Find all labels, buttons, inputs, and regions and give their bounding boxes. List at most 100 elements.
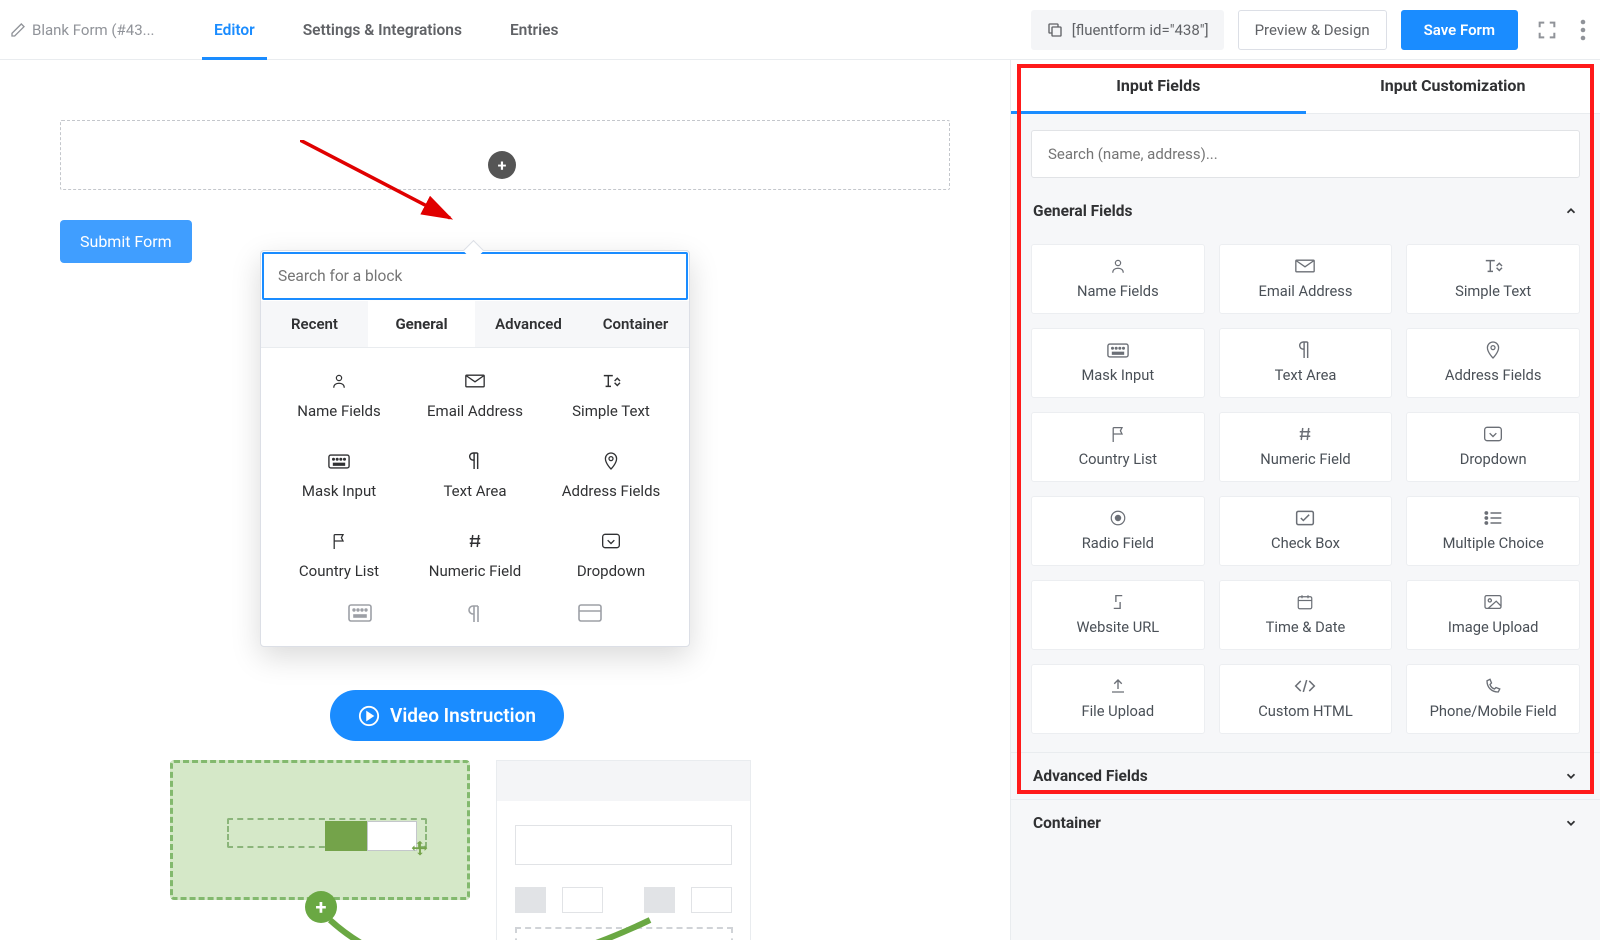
popover-tab-recent[interactable]: Recent — [261, 301, 368, 347]
sidebar-tabs: Input Fields Input Customization — [1011, 60, 1600, 114]
field-radio-field[interactable]: Radio Field — [1031, 496, 1205, 566]
list-icon — [1483, 509, 1503, 527]
block-search-input[interactable] — [262, 252, 688, 300]
calendar-icon — [1296, 593, 1314, 611]
pin-icon — [603, 450, 619, 472]
field-numeric-field[interactable]: Numeric Field — [1219, 412, 1393, 482]
shortcode-text: [fluentform id="438"] — [1072, 21, 1209, 39]
pin-icon — [1485, 341, 1501, 359]
field-multiple-choice[interactable]: Multiple Choice — [1406, 496, 1580, 566]
fullscreen-icon[interactable] — [1532, 15, 1562, 45]
field-dropdown[interactable]: Dropdown — [1406, 412, 1580, 482]
tab-editor[interactable]: Editor — [190, 0, 279, 60]
popover-tab-advanced[interactable]: Advanced — [475, 301, 582, 347]
field-simple-text[interactable]: Simple Text — [545, 370, 677, 420]
form-dropzone[interactable]: + — [60, 120, 950, 190]
kebab-menu-icon[interactable] — [1576, 15, 1590, 45]
pilcrow-icon — [467, 450, 483, 472]
field-country-list[interactable]: Country List — [1031, 412, 1205, 482]
pilcrow-icon — [1297, 341, 1313, 359]
sidebar-tab-input-customization[interactable]: Input Customization — [1306, 60, 1600, 114]
field-label: Numeric Field — [429, 562, 521, 580]
field-label: Website URL — [1076, 618, 1159, 636]
field-email-address[interactable]: Email Address — [409, 370, 541, 420]
preview-design-button[interactable]: Preview & Design — [1238, 10, 1387, 50]
main-tabs: Editor Settings & Integrations Entries — [190, 0, 582, 60]
field-dropdown[interactable]: Dropdown — [545, 530, 677, 580]
field-phone-mobile-field[interactable]: Phone/Mobile Field — [1406, 664, 1580, 734]
submit-form-button[interactable]: Submit Form — [60, 220, 192, 263]
section-title: Advanced Fields — [1033, 767, 1148, 785]
field-text-area[interactable]: Text Area — [409, 450, 541, 500]
top-bar-actions: [fluentform id="438"] Preview & Design S… — [1031, 10, 1590, 50]
field-image-upload[interactable]: Image Upload — [1406, 580, 1580, 650]
form-title-wrap[interactable]: Blank Form (#43... — [10, 21, 190, 39]
field-label: Mask Input — [302, 482, 376, 500]
sidebar-search-input[interactable] — [1031, 130, 1580, 178]
field-check-box[interactable]: Check Box — [1219, 496, 1393, 566]
field-label: Phone/Mobile Field — [1430, 702, 1557, 720]
field-mask-input[interactable]: Mask Input — [273, 450, 405, 500]
field-label: Name Fields — [1077, 282, 1159, 300]
field-label: Dropdown — [577, 562, 645, 580]
field-custom-html[interactable]: Custom HTML — [1219, 664, 1393, 734]
mail-icon — [1295, 257, 1315, 275]
pencil-icon — [10, 22, 26, 38]
block-picker-popover: Recent General Advanced Container Name F… — [260, 250, 690, 647]
section-advanced-fields[interactable]: Advanced Fields — [1011, 752, 1600, 799]
shortcode-button[interactable]: [fluentform id="438"] — [1031, 10, 1224, 50]
field-label: Numeric Field — [1260, 450, 1350, 468]
popover-tab-general[interactable]: General — [368, 301, 475, 347]
field-file-upload[interactable]: File Upload — [1031, 664, 1205, 734]
field-label: Name Fields — [297, 402, 380, 420]
video-instruction-button[interactable]: Video Instruction — [330, 690, 564, 741]
field-label: Text Area — [443, 482, 506, 500]
field-label: Custom HTML — [1258, 702, 1353, 720]
tab-settings-integrations[interactable]: Settings & Integrations — [279, 0, 486, 60]
move-icon — [409, 839, 431, 861]
check-icon — [1295, 509, 1315, 527]
field-time-date[interactable]: Time & Date — [1219, 580, 1393, 650]
field-text-area[interactable]: Text Area — [1219, 328, 1393, 398]
field-label: Simple Text — [572, 402, 650, 420]
user-icon — [1109, 257, 1127, 275]
section-container[interactable]: Container — [1011, 799, 1600, 846]
sidebar-search-wrap — [1031, 130, 1580, 178]
chevron-up-icon — [1564, 204, 1578, 218]
tab-entries[interactable]: Entries — [486, 0, 583, 60]
block-grid: Name Fields Email Address Simple Text Mask … — [261, 348, 689, 586]
field-label: Time & Date — [1266, 618, 1346, 636]
field-label: Image Upload — [1448, 618, 1539, 636]
hash-icon — [1296, 425, 1314, 443]
field-name-fields[interactable]: Name Fields — [1031, 244, 1205, 314]
keyboard-icon — [1107, 341, 1129, 359]
field-website-url[interactable]: Website URL — [1031, 580, 1205, 650]
field-simple-text[interactable]: Simple Text — [1406, 244, 1580, 314]
field-label: Country List — [299, 562, 379, 580]
field-name-fields[interactable]: Name Fields — [273, 370, 405, 420]
field-label: Dropdown — [1460, 450, 1527, 468]
field-address-fields[interactable]: Address Fields — [545, 450, 677, 500]
save-form-button[interactable]: Save Form — [1401, 10, 1518, 50]
chevron-down-icon — [1564, 769, 1578, 783]
mail-icon — [465, 370, 485, 392]
field-label: Mask Input — [1081, 366, 1154, 384]
plus-circle-icon: + — [305, 891, 337, 923]
section-title: Container — [1033, 814, 1101, 832]
fields-sidebar: Input Fields Input Customization General… — [1010, 60, 1600, 940]
section-general-fields[interactable]: General Fields — [1011, 188, 1600, 234]
field-address-fields[interactable]: Address Fields — [1406, 328, 1580, 398]
field-label: Address Fields — [562, 482, 661, 500]
field-numeric-field[interactable]: Numeric Field — [409, 530, 541, 580]
field-label: Simple Text — [1455, 282, 1531, 300]
user-icon — [330, 370, 348, 392]
field-email-address[interactable]: Email Address — [1219, 244, 1393, 314]
add-field-handle[interactable]: + — [488, 151, 516, 179]
field-country-list[interactable]: Country List — [273, 530, 405, 580]
play-circle-icon — [358, 705, 380, 727]
dropdown-icon — [1483, 425, 1503, 443]
field-label: Address Fields — [1445, 366, 1542, 384]
sidebar-tab-input-fields[interactable]: Input Fields — [1011, 60, 1306, 114]
field-mask-input[interactable]: Mask Input — [1031, 328, 1205, 398]
popover-tab-container[interactable]: Container — [582, 301, 689, 347]
